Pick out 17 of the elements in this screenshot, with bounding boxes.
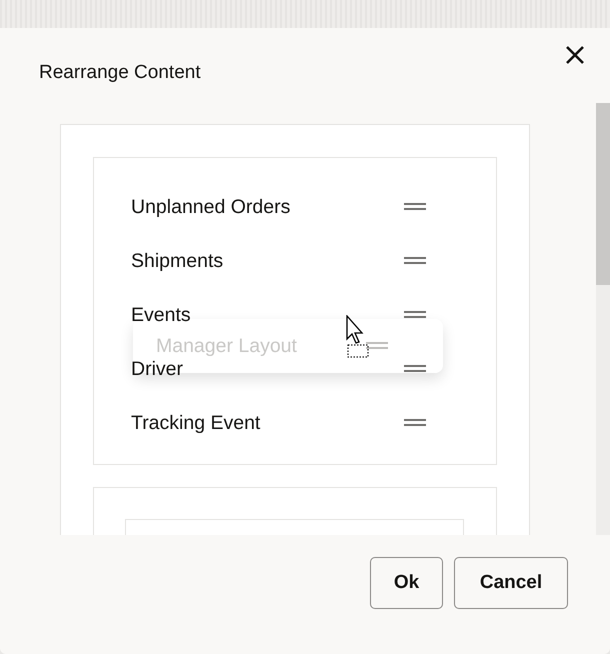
drag-handle-icon[interactable] bbox=[404, 365, 426, 373]
list-item-label: Shipments bbox=[131, 250, 224, 272]
list-item-label: Driver bbox=[131, 358, 183, 380]
dialog-title: Rearrange Content bbox=[39, 62, 201, 84]
drag-handle-icon[interactable] bbox=[366, 342, 388, 350]
drag-ghost-label: Manager Layout bbox=[156, 334, 297, 358]
scrollbar-thumb[interactable] bbox=[596, 103, 610, 285]
drag-handle-icon[interactable] bbox=[404, 203, 426, 211]
list-item-label: Events bbox=[131, 304, 191, 326]
list-item-label: Tracking Event bbox=[131, 412, 260, 434]
drag-handle-icon[interactable] bbox=[404, 311, 426, 319]
drag-handle-icon[interactable] bbox=[404, 257, 426, 265]
dialog-button[interactable]: Cancel bbox=[454, 557, 568, 609]
list-item-label: Unplanned Orders bbox=[131, 196, 290, 218]
scrollbar[interactable] bbox=[596, 103, 610, 535]
dialog-button[interactable]: Ok bbox=[370, 557, 443, 609]
drag-handle-icon[interactable] bbox=[404, 419, 426, 427]
